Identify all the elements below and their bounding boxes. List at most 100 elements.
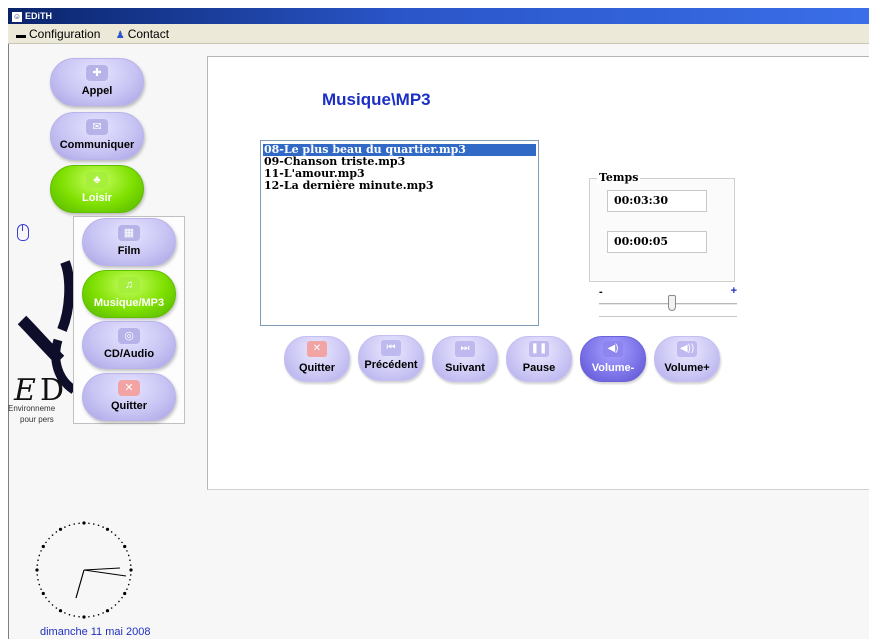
pause-button[interactable]: ❚❚ Pause xyxy=(506,336,572,382)
clock-dot xyxy=(68,613,71,616)
person-icon: ♟ xyxy=(115,30,125,41)
loisir-button[interactable]: ♣ Loisir xyxy=(50,165,144,213)
close-icon: ✕ xyxy=(118,380,140,396)
playlist-item[interactable]: 12-La dernière minute.mp3 xyxy=(263,180,536,192)
clock-dot xyxy=(126,550,128,552)
menu-bar: ▬ Configuration ♟ Contact xyxy=(8,24,869,44)
clock-hand-2 xyxy=(83,569,127,577)
clock-dot xyxy=(105,609,110,613)
precedent-button[interactable]: ⏮ Précédent xyxy=(358,335,424,381)
clock-hand-4 xyxy=(75,569,85,599)
clock-dot xyxy=(88,522,90,525)
clock-dot xyxy=(64,612,66,614)
date-label: dimanche 11 mai 2008 xyxy=(40,626,151,638)
volume-plus-mark: + xyxy=(730,285,737,297)
mouse-icon xyxy=(17,224,29,241)
clock-dot xyxy=(82,615,86,619)
quitter-button[interactable]: ✕ Quitter xyxy=(284,336,350,382)
clock-dot xyxy=(92,523,95,525)
clock-dot xyxy=(36,574,39,576)
leisure-icon: ♣ xyxy=(86,172,108,188)
suivant-button[interactable]: ⏭ Suivant xyxy=(432,336,498,382)
phone-icon: ✚ xyxy=(86,65,108,81)
submenu-quitter-button[interactable]: ✕ Quitter xyxy=(82,373,176,421)
clock-dot xyxy=(123,591,127,596)
clock-dot xyxy=(37,578,39,581)
clock-dot xyxy=(127,554,130,557)
clock-dot xyxy=(73,523,76,525)
clock-dot xyxy=(114,604,117,606)
config-icon: ▬ xyxy=(16,30,26,41)
music-panel: Musique\MP3 08-Le plus beau du quartier.… xyxy=(207,56,869,490)
clock-dot xyxy=(40,588,42,590)
clock-dot xyxy=(68,524,71,527)
quitter-label: Quitter xyxy=(298,362,336,374)
clock-dot xyxy=(129,559,131,562)
logo-stroke-1 xyxy=(57,260,75,332)
clock-dot xyxy=(37,559,39,562)
clock-dot xyxy=(64,526,66,528)
film-label: Film xyxy=(117,245,141,257)
cd-audio-button[interactable]: ◎ CD/Audio xyxy=(82,321,176,369)
previous-icon: ⏮ xyxy=(381,340,401,356)
clock-dot xyxy=(126,588,128,590)
slider-thumb[interactable] xyxy=(668,295,676,311)
appel-button[interactable]: ✚ Appel xyxy=(50,58,144,106)
precedent-label: Précédent xyxy=(364,359,418,371)
next-icon: ⏭ xyxy=(455,341,475,357)
clock-dot xyxy=(40,550,42,552)
clock-dot xyxy=(55,607,58,609)
clock-dot xyxy=(38,554,41,557)
clock-dot xyxy=(97,613,100,616)
clock-dot xyxy=(58,609,63,613)
menu-configuration[interactable]: ▬ Configuration xyxy=(16,24,100,46)
analog-clock xyxy=(35,521,133,619)
communiquer-button[interactable]: ✉ Communiquer xyxy=(50,112,144,160)
volume-plus-label: Volume+ xyxy=(664,362,710,374)
clock-dot xyxy=(129,564,132,566)
volume-slider[interactable]: - + xyxy=(599,285,737,320)
speaker-low-icon: ◀) xyxy=(603,341,623,357)
clock-dot xyxy=(105,527,110,531)
volume-minus-mark: - xyxy=(599,286,603,298)
clock-dot xyxy=(114,534,117,536)
playlist[interactable]: 08-Le plus beau du quartier.mp3 09-Chanso… xyxy=(260,140,539,326)
clock-dot xyxy=(38,583,41,586)
clock-dot xyxy=(45,596,47,599)
volume-plus-button[interactable]: ◀)) Volume+ xyxy=(654,336,720,382)
menu-contact[interactable]: ♟ Contact xyxy=(116,24,169,46)
clock-dot xyxy=(41,591,45,596)
menu-configuration-label: Configuration xyxy=(29,27,101,41)
film-button[interactable]: ▦ Film xyxy=(82,218,176,266)
title-bar: ☺ EDiTH xyxy=(8,8,869,24)
pause-icon: ❚❚ xyxy=(529,341,549,357)
clock-dot xyxy=(51,534,54,536)
clock-dot xyxy=(92,615,95,617)
film-icon: ▦ xyxy=(118,225,140,241)
logo-caption-line2: pour pers xyxy=(20,415,54,424)
volume-minus-button[interactable]: ◀) Volume- xyxy=(580,336,646,382)
page-title: Musique\MP3 xyxy=(322,90,431,109)
clock-dot xyxy=(123,544,127,549)
clock-hand-3 xyxy=(83,567,121,571)
clock-dot xyxy=(45,541,47,544)
musique-mp3-label: Musique/MP3 xyxy=(93,297,165,309)
clock-dot xyxy=(102,526,104,528)
clock-dot xyxy=(121,541,123,544)
cd-icon: ◎ xyxy=(118,328,140,344)
appel-label: Appel xyxy=(81,85,113,97)
slider-baseline xyxy=(599,316,737,317)
clock-dot xyxy=(118,600,120,603)
clock-dot xyxy=(97,524,100,527)
time-total-field: 00:03:30 xyxy=(607,190,707,212)
app-icon: ☺ xyxy=(12,11,22,22)
musique-mp3-button[interactable]: ♫ Musique/MP3 xyxy=(82,270,176,318)
communicate-icon: ✉ xyxy=(86,119,108,135)
clock-dot xyxy=(110,607,113,609)
clock-dot xyxy=(110,531,113,533)
clock-dot xyxy=(88,615,90,618)
logo-caption-line1: Environneme xyxy=(8,404,56,413)
suivant-label: Suivant xyxy=(445,362,485,374)
clock-dot xyxy=(82,521,86,525)
pause-label: Pause xyxy=(522,362,556,374)
